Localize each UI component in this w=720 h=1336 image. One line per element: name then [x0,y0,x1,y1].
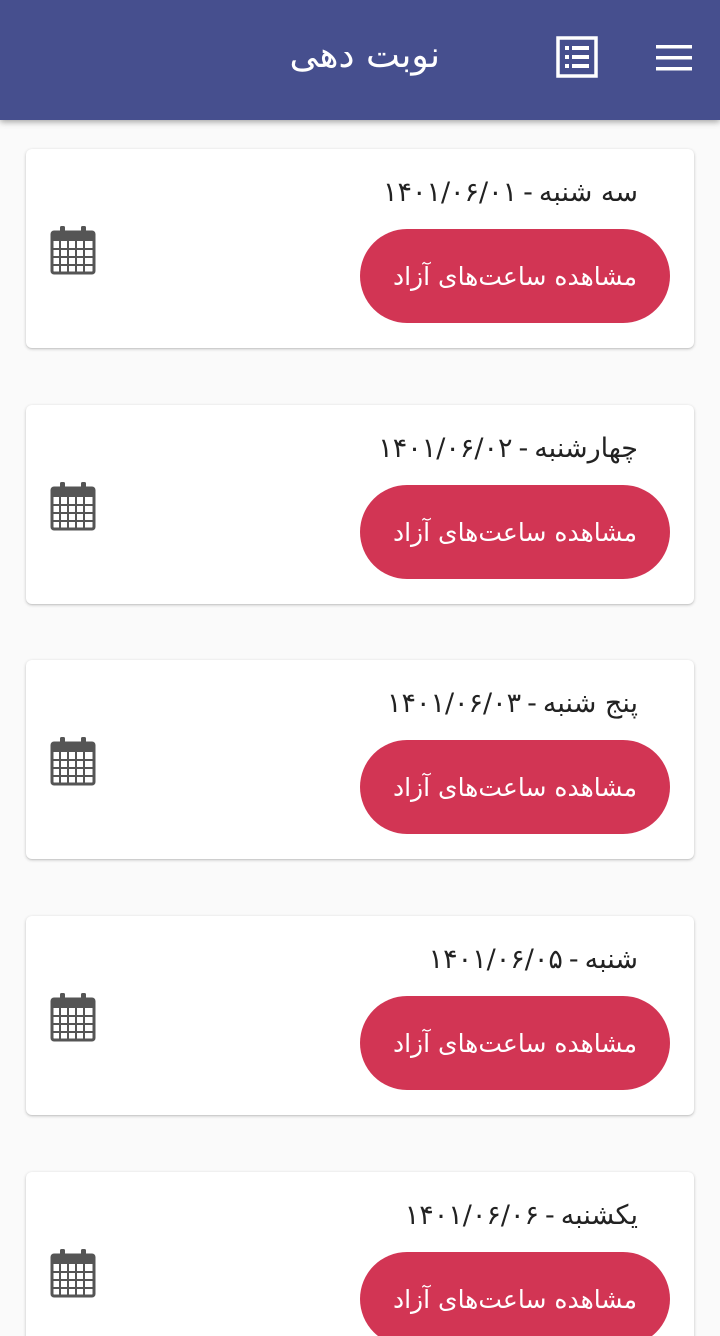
calendar-icon[interactable] [50,225,96,275]
day-card: یکشنبه-۱۴۰۱/۰۶/۰۶ مشاهده ساعت‌های آزاد [26,1172,694,1336]
page-title: نوبت دهی [289,35,440,76]
day-date-label: پنج شنبه-۱۴۰۱/۰۶/۰۳ [386,688,638,719]
day-card: چهارشنبه-۱۴۰۱/۰۶/۰۲ مشاهده ساعت‌های آزاد [26,405,694,604]
day-name: پنج شنبه [542,688,638,719]
day-date: ۱۴۰۱/۰۶/۰۶ [404,1200,539,1231]
day-card: سه شنبه-۱۴۰۱/۰۶/۰۱ مشاهده ساعت‌های آزاد [26,149,694,348]
view-free-times-button[interactable]: مشاهده ساعت‌های آزاد [360,229,670,323]
day-date-label: شنبه-۱۴۰۱/۰۶/۰۵ [428,944,638,975]
day-list: سه شنبه-۱۴۰۱/۰۶/۰۱ مشاهده ساعت‌های آزاد … [0,120,720,1336]
day-date: ۱۴۰۱/۰۶/۰۲ [378,433,513,464]
day-name: شنبه [584,944,638,975]
view-free-times-button[interactable]: مشاهده ساعت‌های آزاد [360,485,670,579]
view-free-times-button[interactable]: مشاهده ساعت‌های آزاد [360,740,670,834]
day-name: یکشنبه [560,1200,638,1231]
app-bar: نوبت دهی [0,0,720,120]
day-date-label: چهارشنبه-۱۴۰۱/۰۶/۰۲ [378,433,638,464]
day-date-label: یکشنبه-۱۴۰۱/۰۶/۰۶ [404,1200,638,1231]
day-date: ۱۴۰۱/۰۶/۰۱ [382,177,518,208]
calendar-icon[interactable] [50,736,96,786]
view-free-times-button[interactable]: مشاهده ساعت‌های آزاد [360,996,670,1090]
calendar-icon[interactable] [50,1248,96,1298]
hamburger-menu-icon[interactable] [654,42,694,74]
view-free-times-button[interactable]: مشاهده ساعت‌های آزاد [360,1252,670,1336]
day-date: ۱۴۰۱/۰۶/۰۳ [386,688,522,719]
day-name: چهارشنبه [534,433,638,464]
day-name: سه شنبه [538,177,638,208]
list-icon[interactable] [556,36,598,78]
day-date: ۱۴۰۱/۰۶/۰۵ [428,944,563,975]
day-date-label: سه شنبه-۱۴۰۱/۰۶/۰۱ [382,177,638,208]
calendar-icon[interactable] [50,481,96,531]
day-card: شنبه-۱۴۰۱/۰۶/۰۵ مشاهده ساعت‌های آزاد [26,916,694,1115]
day-card: پنج شنبه-۱۴۰۱/۰۶/۰۳ مشاهده ساعت‌های آزاد [26,660,694,859]
calendar-icon[interactable] [50,992,96,1042]
